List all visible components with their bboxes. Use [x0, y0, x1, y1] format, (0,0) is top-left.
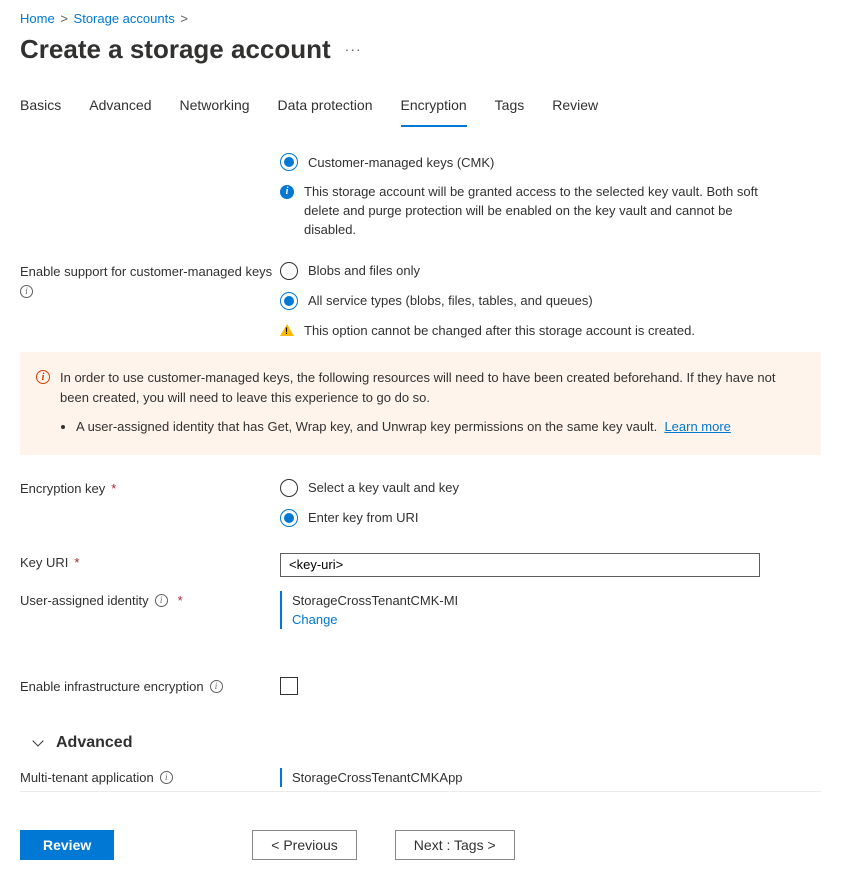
- help-icon[interactable]: i: [155, 594, 168, 607]
- footer: Review < Previous Next : Tags >: [0, 830, 841, 880]
- label-user-identity: User-assigned identity: [20, 593, 149, 608]
- tab-encryption[interactable]: Encryption: [401, 87, 467, 127]
- radio-cmk[interactable]: Customer-managed keys (CMK): [280, 153, 760, 171]
- tab-data-protection[interactable]: Data protection: [278, 87, 373, 127]
- radio-label: Enter key from URI: [308, 510, 419, 525]
- radio-select-vault[interactable]: Select a key vault and key: [280, 479, 760, 497]
- warning-text: This option cannot be changed after this…: [304, 322, 695, 341]
- radio-label: Blobs and files only: [308, 263, 420, 278]
- learn-more-link[interactable]: Learn more: [664, 419, 730, 434]
- key-uri-input[interactable]: [280, 553, 760, 577]
- chevron-down-icon: [32, 735, 43, 746]
- help-icon[interactable]: i: [20, 285, 33, 298]
- info-text: This storage account will be granted acc…: [304, 183, 760, 240]
- chevron-right-icon: >: [180, 11, 188, 26]
- page-title: Create a storage account: [20, 34, 331, 65]
- info-icon: i: [36, 370, 50, 384]
- tab-basics[interactable]: Basics: [20, 87, 61, 127]
- infra-encryption-checkbox[interactable]: [280, 677, 298, 695]
- radio-label: Select a key vault and key: [308, 480, 459, 495]
- help-icon[interactable]: i: [210, 680, 223, 693]
- radio-icon: [280, 479, 298, 497]
- label-enable-cmk: Enable support for customer-managed keys: [20, 264, 272, 279]
- info-icon: i: [280, 185, 294, 199]
- more-icon[interactable]: ···: [345, 41, 362, 57]
- multi-tenant-app-value: StorageCrossTenantCMKApp: [292, 770, 463, 785]
- radio-enter-uri[interactable]: Enter key from URI: [280, 509, 760, 527]
- radio-icon: [280, 509, 298, 527]
- help-icon[interactable]: i: [160, 771, 173, 784]
- tab-advanced[interactable]: Advanced: [89, 87, 151, 127]
- radio-all-services[interactable]: All service types (blobs, files, tables,…: [280, 292, 760, 310]
- radio-icon: [280, 262, 298, 280]
- radio-blobs-only[interactable]: Blobs and files only: [280, 262, 760, 280]
- divider: [20, 791, 821, 792]
- radio-icon: [280, 292, 298, 310]
- change-identity-link[interactable]: Change: [292, 612, 338, 627]
- label-encryption-key: Encryption key: [20, 481, 105, 496]
- label-infra-encryption: Enable infrastructure encryption: [20, 679, 204, 694]
- callout-prereq: i In order to use customer-managed keys,…: [20, 352, 821, 455]
- required-icon: *: [111, 481, 116, 496]
- required-icon: *: [178, 593, 183, 608]
- tab-networking[interactable]: Networking: [180, 87, 250, 127]
- breadcrumb: Home > Storage accounts >: [20, 11, 821, 26]
- callout-text: In order to use customer-managed keys, t…: [60, 368, 803, 407]
- previous-button[interactable]: < Previous: [252, 830, 357, 860]
- label-multi-tenant-app: Multi-tenant application: [20, 770, 154, 785]
- radio-label: Customer-managed keys (CMK): [308, 155, 494, 170]
- next-button[interactable]: Next : Tags >: [395, 830, 515, 860]
- radio-icon: [280, 153, 298, 171]
- label-key-uri: Key URI: [20, 555, 68, 570]
- section-advanced-toggle[interactable]: Advanced: [20, 734, 821, 752]
- breadcrumb-home[interactable]: Home: [20, 11, 55, 26]
- identity-value: StorageCrossTenantCMK-MI: [292, 593, 760, 608]
- callout-bullet: A user-assigned identity that has Get, W…: [76, 417, 803, 437]
- required-icon: *: [74, 555, 79, 570]
- tab-tags[interactable]: Tags: [495, 87, 525, 127]
- tabs: Basics Advanced Networking Data protecti…: [20, 87, 821, 127]
- review-button[interactable]: Review: [20, 830, 114, 860]
- tab-review[interactable]: Review: [552, 87, 598, 127]
- breadcrumb-storage-accounts[interactable]: Storage accounts: [74, 11, 175, 26]
- radio-label: All service types (blobs, files, tables,…: [308, 293, 593, 308]
- section-title: Advanced: [56, 734, 132, 752]
- chevron-right-icon: >: [60, 11, 68, 26]
- warning-icon: [280, 324, 294, 336]
